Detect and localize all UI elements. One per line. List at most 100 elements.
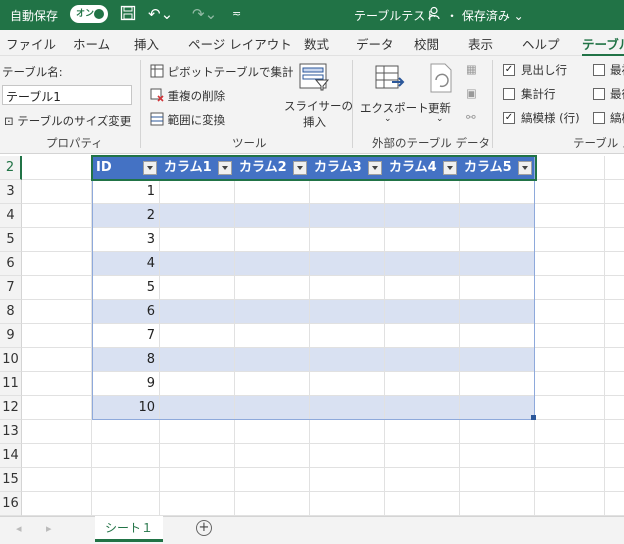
grid-cell[interactable] xyxy=(605,420,624,444)
add-sheet-icon[interactable]: + xyxy=(196,520,212,536)
export-button[interactable]: エクスポート ⌄ xyxy=(358,60,429,130)
grid-cell[interactable] xyxy=(605,180,624,204)
grid-cell[interactable] xyxy=(310,492,385,516)
grid-cell[interactable] xyxy=(22,252,92,276)
table-header-cell[interactable]: カラム5 xyxy=(460,156,535,180)
table-cell[interactable] xyxy=(385,372,460,396)
tab-formulas[interactable]: 数式 xyxy=(304,34,329,53)
table-cell[interactable] xyxy=(235,276,310,300)
table-cell[interactable] xyxy=(160,396,235,420)
table-cell[interactable] xyxy=(235,204,310,228)
table-cell[interactable] xyxy=(460,300,535,324)
grid-cell[interactable] xyxy=(22,348,92,372)
table-cell[interactable]: 8 xyxy=(92,348,160,372)
table-name-input[interactable]: テーブル1 xyxy=(2,85,132,105)
header-row-checkbox[interactable]: ✓ xyxy=(503,64,515,76)
grid-cell[interactable] xyxy=(460,492,535,516)
table-cell[interactable] xyxy=(235,348,310,372)
filter-dropdown-icon[interactable] xyxy=(143,161,157,175)
table-cell[interactable] xyxy=(235,300,310,324)
row-header[interactable]: 3 xyxy=(0,180,22,204)
grid-cell[interactable] xyxy=(605,156,624,180)
grid-cell[interactable] xyxy=(235,468,310,492)
tab-review[interactable]: 校閲 xyxy=(414,34,439,53)
table-cell[interactable] xyxy=(160,348,235,372)
grid-cell[interactable] xyxy=(535,420,605,444)
resize-table-button[interactable]: ⊡ テーブルのサイズ変更 xyxy=(4,113,131,129)
pivot-table-button[interactable]: ピボットテーブルで集計 xyxy=(150,64,293,80)
grid-cell[interactable] xyxy=(605,300,624,324)
grid-cell[interactable] xyxy=(310,444,385,468)
grid-cell[interactable] xyxy=(605,468,624,492)
filter-dropdown-icon[interactable] xyxy=(368,161,382,175)
table-cell[interactable] xyxy=(160,204,235,228)
grid-cell[interactable] xyxy=(22,180,92,204)
table-cell[interactable] xyxy=(310,324,385,348)
table-resize-handle[interactable] xyxy=(531,415,536,420)
table-cell[interactable]: 7 xyxy=(92,324,160,348)
table-header-cell[interactable]: ID xyxy=(92,156,160,180)
table-cell[interactable] xyxy=(310,252,385,276)
grid-cell[interactable] xyxy=(385,420,460,444)
row-header[interactable]: 14 xyxy=(0,444,22,468)
table-header-cell[interactable]: カラム1 xyxy=(160,156,235,180)
tab-view[interactable]: 表示 xyxy=(468,34,493,53)
table-cell[interactable] xyxy=(235,324,310,348)
row-header[interactable]: 8 xyxy=(0,300,22,324)
grid-cell[interactable] xyxy=(535,324,605,348)
table-cell[interactable] xyxy=(235,180,310,204)
row-header[interactable]: 9 xyxy=(0,324,22,348)
table-cell[interactable] xyxy=(385,348,460,372)
grid-cell[interactable] xyxy=(22,300,92,324)
table-cell[interactable]: 2 xyxy=(92,204,160,228)
table-cell[interactable]: 3 xyxy=(92,228,160,252)
grid-cell[interactable] xyxy=(605,228,624,252)
row-header[interactable]: 16 xyxy=(0,492,22,516)
grid-cell[interactable] xyxy=(160,444,235,468)
table-cell[interactable] xyxy=(310,396,385,420)
grid-cell[interactable] xyxy=(605,324,624,348)
banded-rows-checkbox[interactable]: ✓ xyxy=(503,112,515,124)
table-cell[interactable] xyxy=(160,180,235,204)
tab-insert[interactable]: 挿入 xyxy=(134,34,159,53)
grid-cell[interactable] xyxy=(385,444,460,468)
grid-cell[interactable] xyxy=(160,468,235,492)
grid-cell[interactable] xyxy=(235,444,310,468)
grid-cell[interactable] xyxy=(22,444,92,468)
table-cell[interactable]: 1 xyxy=(92,180,160,204)
row-header[interactable]: 13 xyxy=(0,420,22,444)
table-cell[interactable] xyxy=(385,180,460,204)
grid-cell[interactable] xyxy=(535,300,605,324)
tab-data[interactable]: データ xyxy=(356,34,394,53)
convert-to-range-button[interactable]: 範囲に変換 xyxy=(150,112,225,128)
filter-dropdown-icon[interactable] xyxy=(518,161,532,175)
table-cell[interactable] xyxy=(460,348,535,372)
table-cell[interactable] xyxy=(460,228,535,252)
table-cell[interactable] xyxy=(310,180,385,204)
grid-cell[interactable] xyxy=(535,444,605,468)
grid-cell[interactable] xyxy=(605,252,624,276)
table-cell[interactable] xyxy=(385,276,460,300)
row-header[interactable]: 4 xyxy=(0,204,22,228)
row-header[interactable]: 10 xyxy=(0,348,22,372)
table-cell[interactable] xyxy=(160,276,235,300)
grid-cell[interactable] xyxy=(92,420,160,444)
grid-cell[interactable] xyxy=(22,324,92,348)
grid-cell[interactable] xyxy=(535,492,605,516)
table-cell[interactable] xyxy=(310,204,385,228)
grid-cell[interactable] xyxy=(535,156,605,180)
grid-cell[interactable] xyxy=(22,228,92,252)
last-column-checkbox[interactable] xyxy=(593,88,605,100)
grid-cell[interactable] xyxy=(605,492,624,516)
table-cell[interactable] xyxy=(235,252,310,276)
table-cell[interactable] xyxy=(310,276,385,300)
grid-cell[interactable] xyxy=(22,396,92,420)
table-cell[interactable] xyxy=(460,204,535,228)
grid-cell[interactable] xyxy=(605,276,624,300)
row-header[interactable]: 15 xyxy=(0,468,22,492)
table-cell[interactable]: 9 xyxy=(92,372,160,396)
row-header[interactable]: 2 xyxy=(0,156,22,180)
table-cell[interactable]: 4 xyxy=(92,252,160,276)
properties-icon[interactable]: ▦ xyxy=(466,62,477,76)
undo-icon[interactable]: ↶⌄ xyxy=(148,5,173,23)
